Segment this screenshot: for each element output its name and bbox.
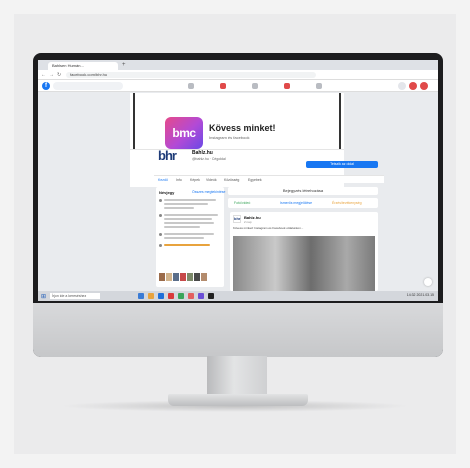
taskbar-clock[interactable]: 14:32 2021.03.15	[407, 293, 434, 297]
post-text: Kövess minket! Instagram és Facebook old…	[233, 226, 304, 230]
browser-tab-bar: Bahlsen Humán... +	[38, 60, 438, 70]
follow-icon	[159, 233, 162, 236]
new-tab-button[interactable]: +	[122, 62, 126, 68]
post-image[interactable]	[233, 236, 375, 291]
text-line	[164, 226, 200, 228]
taskbar: ⊞ Írjon ide a kereséshez 14:32 2021.03.1…	[38, 291, 438, 301]
tab-info[interactable]: Info	[176, 178, 182, 182]
like-icon	[159, 214, 162, 217]
about-card: Névjegy Összes megtekintése	[156, 187, 225, 287]
back-icon[interactable]: ←	[41, 72, 46, 78]
page-subtitle: @bahlz.hu · Cégoldal	[192, 157, 226, 161]
text-line	[164, 207, 194, 209]
tab-more[interactable]: Egyebek	[248, 178, 262, 182]
facebook-top-bar: f	[38, 80, 438, 92]
link-icon	[159, 244, 162, 247]
cover-divider-left	[133, 93, 135, 149]
photo-thumbnails[interactable]	[159, 273, 207, 281]
text-line	[164, 218, 212, 220]
marketplace-icon[interactable]	[252, 83, 258, 89]
taskbar-app-icon[interactable]	[178, 293, 184, 299]
page-tabs: Kezdő Info Képek Videók Közösség Egyebek	[154, 175, 384, 183]
post-time[interactable]: 2 nap	[244, 220, 252, 224]
gaming-icon[interactable]	[316, 83, 322, 89]
photo-video-action[interactable]: Fotó/videó	[234, 201, 250, 205]
bmc-logo: bmc	[165, 117, 203, 149]
address-bar: ← → ↻ facebook.com/bhr.hu	[38, 70, 438, 80]
about-see-all-link[interactable]: Összes megtekintése	[192, 190, 225, 194]
post-actions: Fotó/videó Ismerős megjelölése Érzés/tev…	[228, 198, 378, 208]
photo-thumbnail[interactable]	[166, 273, 172, 281]
text-line	[164, 203, 208, 205]
tag-friends-action[interactable]: Ismerős megjelölése	[280, 201, 312, 205]
text-line	[164, 233, 214, 235]
text-line	[164, 199, 216, 201]
video-icon[interactable]	[220, 83, 226, 89]
monitor-stand-neck	[207, 356, 267, 398]
taskbar-app-icon[interactable]	[148, 293, 154, 299]
text-line	[164, 244, 210, 246]
page-logo: bhr	[158, 148, 177, 163]
photo-thumbnail[interactable]	[194, 273, 200, 281]
new-message-icon[interactable]	[424, 278, 432, 286]
text-line	[164, 214, 218, 216]
taskbar-app-icon[interactable]	[208, 293, 214, 299]
messenger-icon[interactable]	[409, 82, 417, 90]
cover-subtitle: Instagram és facebook	[209, 135, 250, 140]
cover-photo	[130, 93, 344, 149]
taskbar-app-icon[interactable]	[138, 293, 144, 299]
text-line	[164, 222, 214, 224]
groups-icon[interactable]	[284, 83, 290, 89]
url-input[interactable]: facebook.com/bhr.hu	[66, 72, 316, 78]
tab-photos[interactable]: Képek	[190, 178, 200, 182]
screen: Bahlsen Humán... + ← → ↻ facebook.com/bh…	[38, 60, 438, 301]
text-line	[164, 237, 204, 239]
taskbar-search-input[interactable]: Írjon ide a kereséshez	[50, 293, 100, 299]
cover-divider-right	[339, 93, 341, 149]
taskbar-app-icon[interactable]	[188, 293, 194, 299]
tab-videos[interactable]: Videók	[206, 178, 217, 182]
feeling-action[interactable]: Érzés/tevékenység	[332, 201, 362, 205]
start-icon[interactable]: ⊞	[41, 293, 46, 300]
create-post-button[interactable]: Bejegyzés létrehozása	[228, 187, 378, 195]
forward-icon[interactable]: →	[49, 72, 54, 78]
like-page-button[interactable]: Tetszik az oldal	[306, 161, 378, 168]
browser-tab[interactable]: Bahlsen Humán...	[48, 62, 118, 70]
cover-title: Kövess minket!	[209, 123, 276, 133]
monitor-stand-base	[168, 394, 308, 406]
tab-home[interactable]: Kezdő	[158, 178, 168, 182]
post-card: bhr Bahlz.hu 2 nap Kövess minket! Instag…	[230, 212, 378, 291]
facebook-search-input[interactable]	[53, 82, 123, 90]
notifications-icon[interactable]	[420, 82, 428, 90]
facebook-logo-icon[interactable]: f	[42, 82, 50, 90]
reload-icon[interactable]: ↻	[57, 72, 61, 78]
home-icon[interactable]	[188, 83, 194, 89]
taskbar-app-icon[interactable]	[158, 293, 164, 299]
post-avatar[interactable]: bhr	[233, 215, 241, 223]
taskbar-app-icon[interactable]	[198, 293, 204, 299]
about-title: Névjegy	[159, 190, 175, 195]
menu-icon[interactable]	[398, 82, 406, 90]
info-icon	[159, 199, 162, 202]
photo-thumbnail[interactable]	[173, 273, 179, 281]
photo-thumbnail[interactable]	[159, 273, 165, 281]
photo-thumbnail[interactable]	[180, 273, 186, 281]
tab-community[interactable]: Közösség	[224, 178, 239, 182]
photo-thumbnail[interactable]	[187, 273, 193, 281]
photo-thumbnail[interactable]	[201, 273, 207, 281]
taskbar-app-icon[interactable]	[168, 293, 174, 299]
monitor-chin	[33, 303, 443, 357]
page-name: Bahlz.hu	[192, 150, 213, 156]
